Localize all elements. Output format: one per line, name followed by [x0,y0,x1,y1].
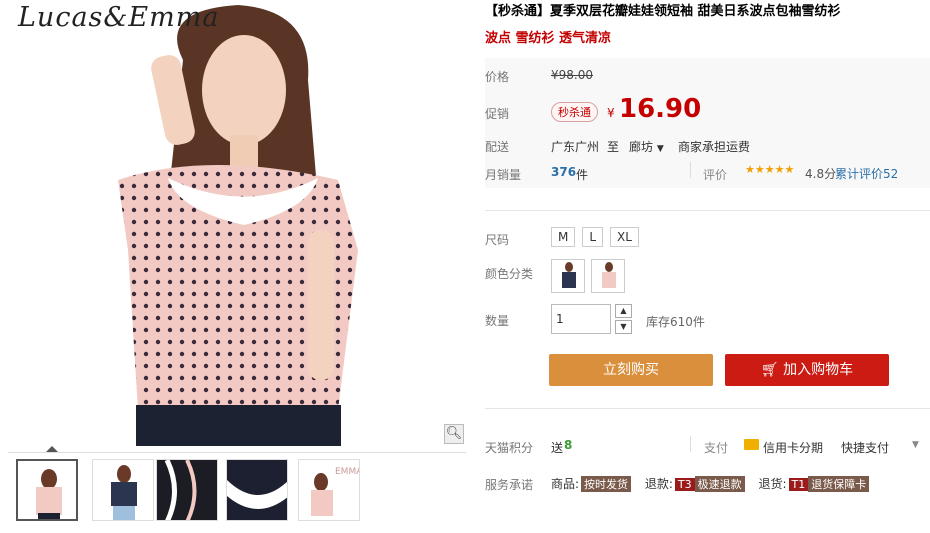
rating-score: 4.8分 [805,167,837,181]
ship-from: 广东广州 [551,140,600,154]
size-option-m[interactable]: M [551,227,576,247]
quantity-increase-button[interactable]: ▲ [615,304,632,318]
brand-logo: Lucas&Emma [18,2,220,33]
thumbnail-4[interactable] [226,459,288,521]
ship-destination-select[interactable]: 廊坊 ▼ [629,138,664,155]
sales-unit: 件 [576,168,589,182]
product-info-panel: 【秒杀通】夏季双层花瓣娃娃领短袖 甜美日系波点包袖雪纺衫 波点 雪纺衫 透气清凉… [485,0,930,492]
credit-card-icon [744,439,759,450]
stock-text: 库存610件 [646,315,705,329]
size-options: M L XL [551,226,646,247]
service-promises: 商品: 按时发货 退款: T3 极速退款 退货: T1 退货保障卡 [551,475,870,492]
refund-code-badge: T3 [674,478,695,491]
magnifier-icon[interactable]: 🔍︎ [444,424,464,444]
current-price: 16.90 [619,94,702,124]
divider [690,162,691,178]
model-photo [8,0,466,446]
installment-option[interactable]: 信用卡分期 [763,439,823,456]
points-prefix: 送 [551,441,564,455]
shipping-label: 配送 [485,140,510,154]
product-subtitle: 波点 雪纺衫 透气清凉 [485,31,612,46]
cart-icon: 🛒︎ [760,362,779,378]
price-box: 价格 ¥98.00 促销 秒杀通 ¥ 16.90 配送 广东广州 至 廊坊 ▼ … [485,58,930,188]
sales-label: 月销量 [485,168,522,182]
thumbnail-2[interactable] [92,459,154,521]
thumbnail-3[interactable] [156,459,218,521]
points-value: 8 [564,438,573,452]
thumbnail-strip: EMMA [8,452,466,528]
currency-symbol: ¥ [607,106,615,120]
color-options [551,259,631,297]
ship-to-word: 至 [607,140,620,154]
color-label: 颜色分类 [485,267,534,281]
thumbnail-1[interactable] [16,459,78,521]
original-price: ¥98.00 [551,68,593,82]
chevron-down-icon[interactable]: ▼ [912,440,919,450]
star-rating-icon: ★★★★★ [745,163,795,176]
svg-text:EMMA: EMMA [335,467,360,477]
quantity-decrease-button[interactable]: ▼ [615,320,632,334]
divider [485,408,930,409]
quantity-label: 数量 [485,314,510,328]
chevron-down-icon: ▼ [656,144,664,154]
thumbnail-5[interactable]: EMMA [298,459,360,521]
size-option-xl[interactable]: XL [610,227,639,247]
buy-now-button[interactable]: 立刻购买 [549,354,713,386]
refund-prefix: 退款: [644,477,673,491]
goods-prefix: 商品: [551,477,580,491]
main-product-image[interactable]: Lucas&Emma 🔍︎ [8,0,466,446]
quick-pay-option[interactable]: 快捷支付 [841,439,889,456]
rating-label: 评价 [703,168,728,182]
on-time-shipping-badge[interactable]: 按时发货 [581,476,632,492]
payment-label: 支付 [704,441,729,455]
return-code-badge: T1 [788,478,809,491]
shipping-fee: 商家承担运费 [678,140,751,154]
price-label: 价格 [485,70,510,84]
promo-label: 促销 [485,107,510,121]
fast-refund-badge[interactable]: 极速退款 [694,476,745,492]
size-label: 尺码 [485,233,510,247]
return-card-badge[interactable]: 退货保障卡 [808,476,870,492]
size-option-l[interactable]: L [582,227,604,247]
ship-destination: 廊坊 [629,140,654,154]
color-swatch-pink[interactable] [591,259,625,293]
color-swatch-navy[interactable] [551,259,585,293]
add-to-cart-button[interactable]: 🛒︎ 加入购物车 [725,354,889,386]
service-label: 服务承诺 [485,478,534,492]
divider [485,210,930,211]
product-gallery: Lucas&Emma 🔍︎ EMMA [8,0,466,533]
return-prefix: 退货: [758,477,787,491]
quantity-input[interactable]: 1 [551,304,611,334]
points-label: 天猫积分 [485,441,534,455]
promo-tag: 秒杀通 [551,102,598,122]
divider [690,436,691,452]
add-to-cart-label: 加入购物车 [783,362,854,378]
sales-count: 376 [551,165,577,179]
product-title: 【秒杀通】夏季双层花瓣娃娃领短袖 甜美日系波点包袖雪纺衫 [485,4,841,19]
review-count-link[interactable]: 累计评价52 [835,165,898,182]
